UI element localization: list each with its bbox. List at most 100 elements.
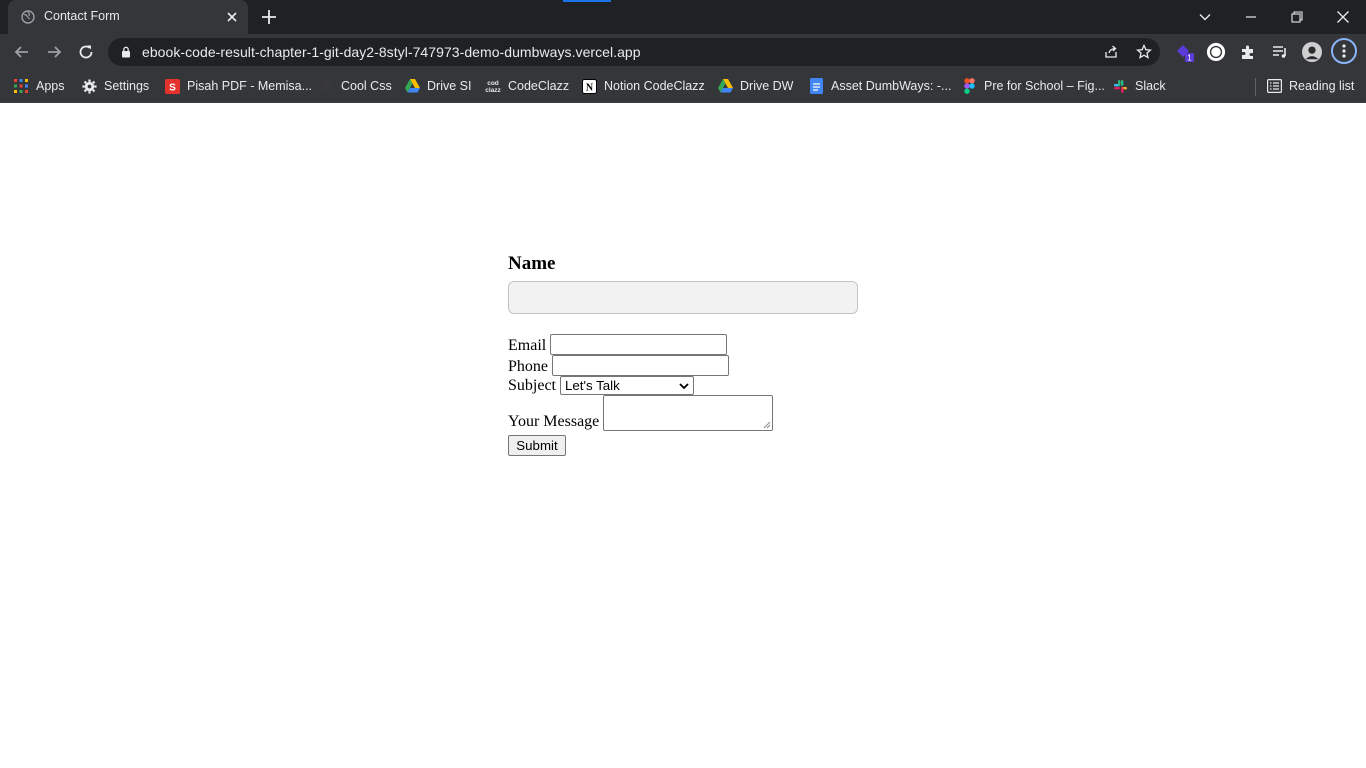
- reading-list-label: Reading list: [1289, 79, 1355, 93]
- chevron-down-icon: [679, 383, 689, 390]
- profile-avatar-button[interactable]: [1302, 42, 1322, 62]
- lock-icon: [122, 46, 130, 58]
- bookmark-cool-css[interactable]: Cool Css: [318, 76, 392, 96]
- bookmark-pisah-pdf[interactable]: S Pisah PDF - Memisa...: [164, 76, 312, 96]
- back-button[interactable]: [11, 41, 33, 63]
- browser-toolbar: ebook-code-result-chapter-1-git-day2-8st…: [0, 34, 1366, 70]
- email-row: Email: [508, 334, 728, 355]
- browser-title-bar: Contact Form: [0, 0, 1366, 34]
- bookmark-label: Drive DW: [740, 79, 794, 93]
- bookmark-apps[interactable]: Apps: [13, 76, 65, 96]
- tab-search-button[interactable]: [1192, 4, 1218, 30]
- minimize-window-button[interactable]: [1238, 4, 1264, 30]
- name-label: Name: [508, 253, 556, 274]
- apps-grid-icon: [13, 78, 29, 94]
- bookmark-label: Slack: [1135, 79, 1166, 93]
- bookmark-slack[interactable]: Slack: [1112, 76, 1166, 96]
- bookmark-star-icon[interactable]: [1136, 44, 1152, 60]
- subject-select[interactable]: Let's Talk: [560, 376, 694, 395]
- bookmark-codeclazz[interactable]: cod clazz CodeClazz: [485, 76, 569, 96]
- message-textarea[interactable]: [603, 395, 774, 431]
- subject-label: Subject: [508, 377, 556, 394]
- bookmark-label: Apps: [36, 79, 65, 93]
- forward-button[interactable]: [43, 41, 65, 63]
- svg-text:1: 1: [1187, 54, 1192, 63]
- bookmark-label: Pre for School – Fig...: [984, 79, 1105, 93]
- avatar-icon: [1302, 42, 1322, 62]
- bookmark-label: Drive SI: [427, 79, 472, 93]
- url-text[interactable]: ebook-code-result-chapter-1-git-day2-8st…: [142, 44, 641, 60]
- email-label: Email: [508, 337, 547, 354]
- minimize-icon: [1246, 16, 1256, 18]
- css-icon: [318, 78, 334, 94]
- google-drive-icon: [404, 78, 420, 94]
- share-icon[interactable]: [1103, 44, 1119, 60]
- new-tab-plus-icon[interactable]: [259, 7, 279, 27]
- reload-icon: [79, 45, 93, 59]
- reload-button[interactable]: [75, 41, 97, 63]
- address-bar[interactable]: ebook-code-result-chapter-1-git-day2-8st…: [108, 38, 1160, 66]
- bookmarks-bar: Apps Settings S Pisah PDF - Memisa... Co…: [0, 70, 1366, 103]
- bookmark-label: Pisah PDF - Memisa...: [187, 79, 313, 93]
- resize-grip-icon[interactable]: [763, 421, 771, 429]
- arrow-left-icon: [14, 46, 28, 58]
- bookmark-label: CodeClazz: [508, 79, 570, 93]
- extension-purple-button[interactable]: 1: [1174, 42, 1194, 62]
- slack-icon: [1112, 78, 1128, 94]
- extension-ring-icon: [1206, 42, 1226, 62]
- svg-text:N: N: [585, 82, 593, 93]
- globe-icon: [21, 10, 35, 24]
- extension-circle-button[interactable]: [1206, 42, 1226, 62]
- puzzle-icon: [1242, 45, 1253, 59]
- extension-cube-icon: 1: [1177, 45, 1194, 63]
- figma-icon: [961, 78, 977, 94]
- codeclazz-icon: cod clazz: [485, 78, 501, 94]
- pdf-icon: S: [164, 78, 180, 94]
- svg-text:S: S: [169, 82, 176, 93]
- notion-icon: N: [581, 78, 597, 94]
- browser-menu-button[interactable]: [1331, 38, 1357, 64]
- bookmark-pre-for-school-figma[interactable]: Pre for School – Fig...: [961, 76, 1105, 96]
- phone-input[interactable]: [552, 355, 729, 376]
- kebab-menu-icon: [1342, 44, 1346, 58]
- close-tab-icon[interactable]: [224, 9, 240, 25]
- phone-label: Phone: [508, 358, 548, 375]
- message-row: Your Message: [508, 395, 774, 431]
- bookmark-label: Notion CodeClazz: [604, 79, 705, 93]
- close-icon: [1337, 11, 1349, 23]
- svg-text:cod: cod: [487, 80, 499, 87]
- close-window-button[interactable]: [1330, 4, 1356, 30]
- bookmark-notion-codeclazz[interactable]: N Notion CodeClazz: [581, 76, 705, 96]
- email-input[interactable]: [550, 334, 728, 355]
- restore-window-button[interactable]: [1284, 4, 1310, 30]
- reading-list-icon: [1266, 78, 1282, 94]
- svg-text:clazz: clazz: [485, 87, 501, 94]
- name-input[interactable]: [508, 281, 858, 314]
- media-control-button[interactable]: [1270, 42, 1290, 62]
- bookmark-label: Asset DumbWays: -...: [831, 79, 952, 93]
- extensions-menu-button[interactable]: [1238, 42, 1258, 62]
- playlist-icon: [1273, 46, 1286, 58]
- gear-icon: [81, 78, 97, 94]
- google-docs-icon: [808, 78, 824, 94]
- reading-list-button[interactable]: Reading list: [1266, 76, 1354, 96]
- message-label: Your Message: [508, 413, 600, 430]
- bookmark-label: Settings: [104, 79, 150, 93]
- bookmarks-divider: [1255, 78, 1256, 96]
- restore-icon: [1291, 11, 1303, 23]
- subject-selected-value: Let's Talk: [565, 378, 620, 393]
- chevron-down-icon: [1199, 14, 1211, 21]
- tab-strip-indicator: [563, 0, 611, 2]
- tab-title: Contact Form: [44, 9, 120, 23]
- phone-row: Phone: [508, 355, 729, 376]
- web-page: Name Email Phone Subject Let's Talk Your…: [0, 103, 1366, 768]
- arrow-right-icon: [48, 46, 62, 58]
- bookmark-asset-dumbways[interactable]: Asset DumbWays: -...: [808, 76, 951, 96]
- bookmark-label: Cool Css: [341, 79, 392, 93]
- bookmark-settings[interactable]: Settings: [81, 76, 149, 96]
- bookmark-drive-si[interactable]: Drive SI: [404, 76, 471, 96]
- submit-button[interactable]: Submit: [508, 435, 566, 456]
- browser-tab-active[interactable]: Contact Form: [8, 0, 248, 34]
- subject-row: Subject Let's Talk: [508, 376, 694, 395]
- bookmark-drive-dw[interactable]: Drive DW: [717, 76, 793, 96]
